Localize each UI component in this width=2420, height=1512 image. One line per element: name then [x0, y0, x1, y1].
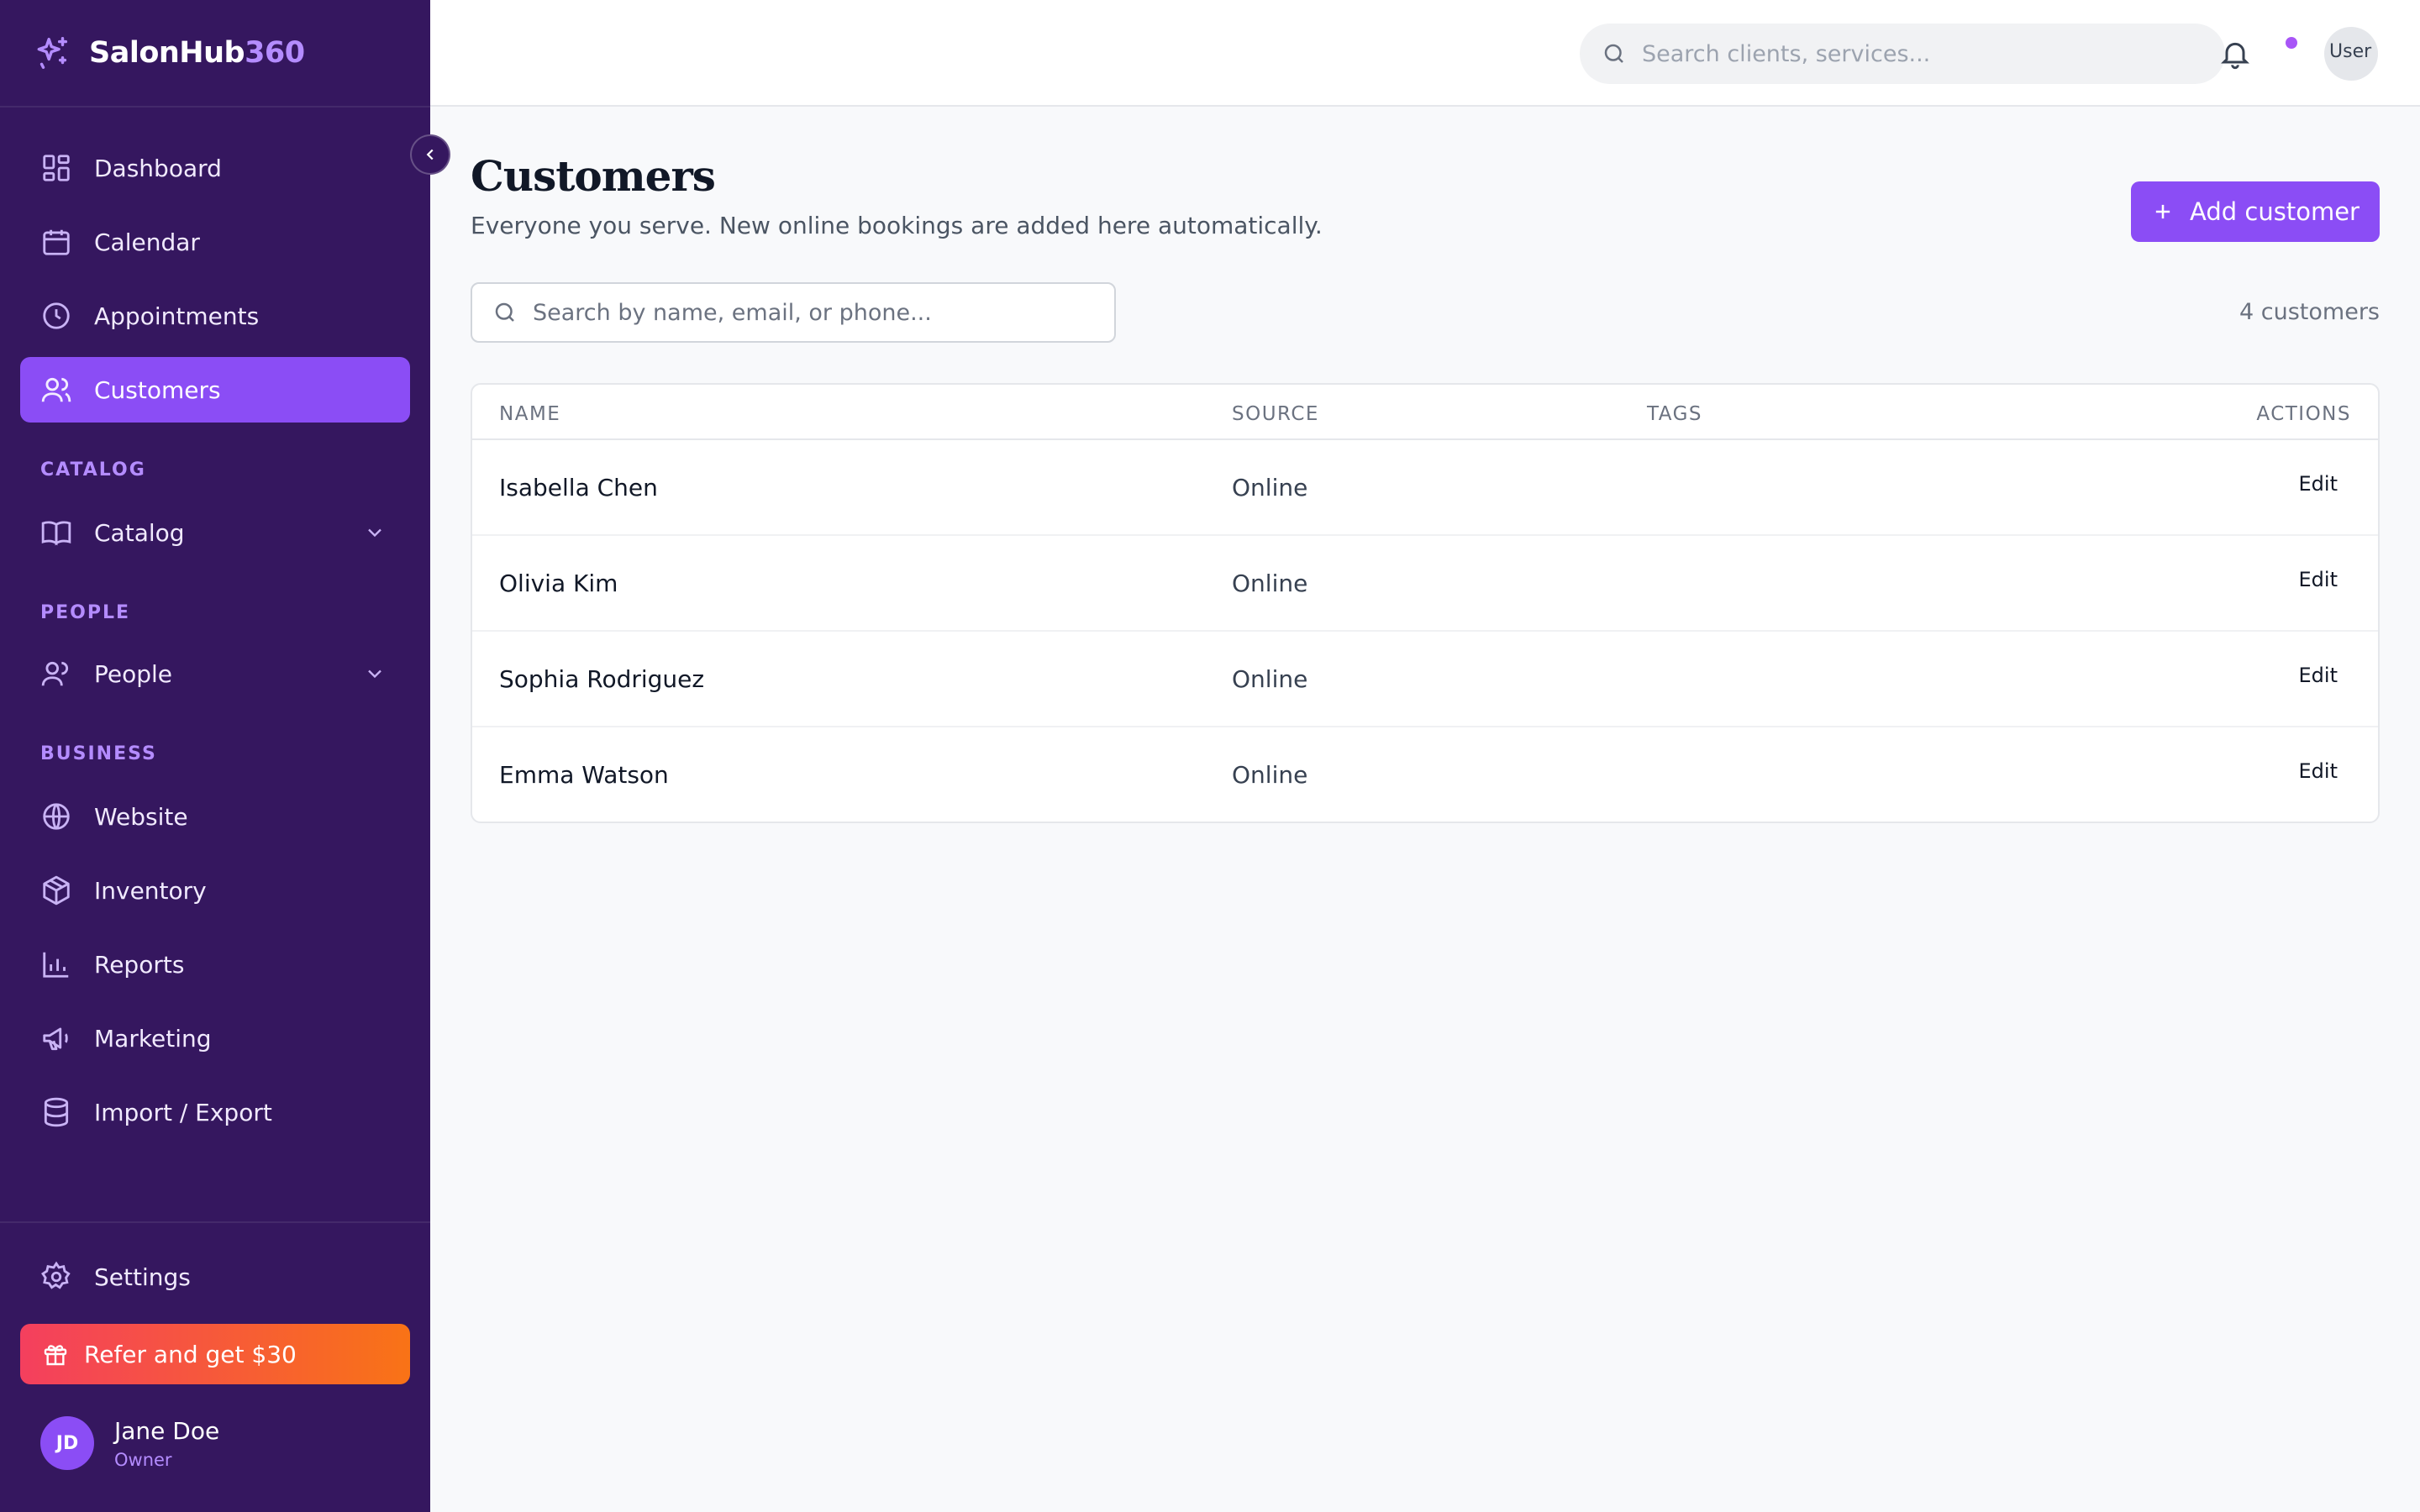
bell-icon[interactable] — [2218, 37, 2252, 71]
edit-button[interactable]: Edit — [2299, 664, 2338, 687]
sidebar-item-label: Catalog — [94, 518, 185, 547]
table-row[interactable]: Isabella Chen Online Edit — [472, 440, 2378, 536]
chevron-left-icon — [421, 145, 439, 164]
sidebar-item-inventory[interactable]: Inventory — [20, 858, 410, 923]
sidebar-divider — [0, 1221, 430, 1223]
sidebar-item-import-export[interactable]: Import / Export — [20, 1079, 410, 1145]
page-subtitle: Everyone you serve. New online bookings … — [471, 212, 1323, 239]
bar-chart-icon — [40, 948, 72, 980]
brand-name: SalonHub360 — [89, 36, 305, 70]
sidebar-item-label: Settings — [94, 1263, 191, 1291]
gear-icon — [40, 1261, 72, 1293]
sidebar-item-reports[interactable]: Reports — [20, 932, 410, 997]
customer-name: Sophia Rodriguez — [499, 665, 705, 693]
book-icon — [40, 517, 72, 549]
box-icon — [40, 874, 72, 906]
column-header-tags[interactable]: TAGS — [1647, 403, 1702, 425]
customer-search-input[interactable] — [533, 299, 1087, 326]
sidebar-item-label: Marketing — [94, 1024, 212, 1053]
edit-button[interactable]: Edit — [2299, 759, 2338, 783]
users-icon — [40, 374, 72, 406]
sidebar-item-label: Calendar — [94, 228, 200, 256]
sidebar-item-dashboard[interactable]: Dashboard — [20, 135, 410, 201]
megaphone-icon — [40, 1022, 72, 1054]
column-header-name[interactable]: NAME — [499, 403, 560, 425]
sidebar-item-appointments[interactable]: Appointments — [20, 283, 410, 349]
customer-name: Isabella Chen — [499, 474, 658, 501]
brand[interactable]: SalonHub360 — [34, 0, 305, 106]
customer-source: Online — [1232, 474, 1308, 501]
sidebar-item-calendar[interactable]: Calendar — [20, 209, 410, 275]
sidebar-divider — [0, 106, 430, 108]
sidebar-item-website[interactable]: Website — [20, 784, 410, 849]
customer-source: Online — [1232, 761, 1308, 789]
customer-name: Emma Watson — [499, 761, 669, 789]
sidebar-item-label: Customers — [94, 375, 221, 404]
search-icon — [1602, 41, 1627, 66]
topbar: User — [430, 0, 2420, 107]
sidebar-item-label: Appointments — [94, 302, 260, 330]
calendar-icon — [40, 226, 72, 258]
database-icon — [40, 1096, 72, 1128]
customer-search[interactable] — [471, 282, 1116, 343]
section-label-catalog: CATALOG — [40, 459, 146, 480]
table-header: NAME SOURCE TAGS ACTIONS — [472, 385, 2378, 440]
global-search-input[interactable] — [1642, 40, 2196, 67]
sidebar-item-label: Reports — [94, 950, 185, 979]
sidebar-item-label: Import / Export — [94, 1098, 272, 1126]
sidebar-item-label: People — [94, 659, 173, 688]
search-icon — [492, 300, 518, 325]
table-row[interactable]: Sophia Rodriguez Online Edit — [472, 632, 2378, 727]
table-row[interactable]: Emma Watson Online Edit — [472, 727, 2378, 822]
sidebar-item-label: Inventory — [94, 876, 207, 905]
user-name: Jane Doe — [114, 1416, 220, 1445]
chevron-down-icon[interactable] — [363, 521, 387, 544]
sidebar: SalonHub360 Dashboard Calendar Appointme… — [0, 0, 430, 1512]
customer-count: 4 customers — [2239, 299, 2380, 325]
column-header-actions: ACTIONS — [2256, 403, 2351, 425]
user-role: Owner — [114, 1449, 172, 1470]
edit-button[interactable]: Edit — [2299, 472, 2338, 496]
collapse-sidebar-button[interactable] — [410, 134, 450, 175]
add-customer-button[interactable]: Add customer — [2131, 181, 2380, 242]
sidebar-item-settings[interactable]: Settings — [20, 1244, 410, 1310]
globe-icon — [40, 801, 72, 832]
sidebar-item-marketing[interactable]: Marketing — [20, 1005, 410, 1071]
user-icon — [40, 658, 72, 690]
refer-label: Refer and get $30 — [84, 1340, 297, 1368]
customer-source: Online — [1232, 570, 1308, 597]
sidebar-item-label: Website — [94, 802, 188, 831]
refer-button[interactable]: Refer and get $30 — [20, 1324, 410, 1384]
add-customer-label: Add customer — [2190, 197, 2360, 226]
chevron-down-icon[interactable] — [363, 662, 387, 685]
clock-icon — [40, 300, 72, 332]
user-avatar[interactable]: User — [2324, 27, 2378, 81]
page-title: Customers — [471, 151, 716, 201]
sparkles-icon — [34, 34, 72, 72]
section-label-business: BUSINESS — [40, 743, 157, 764]
sidebar-item-customers[interactable]: Customers — [20, 357, 410, 423]
plus-icon — [2151, 200, 2175, 223]
gift-icon — [42, 1341, 69, 1368]
sidebar-item-label: Dashboard — [94, 154, 222, 182]
edit-button[interactable]: Edit — [2299, 568, 2338, 591]
avatar: JD — [40, 1416, 94, 1470]
customers-table: NAME SOURCE TAGS ACTIONS Isabella Chen O… — [471, 383, 2380, 823]
notification-dot — [2286, 37, 2297, 49]
dashboard-icon — [40, 152, 72, 184]
table-row[interactable]: Olivia Kim Online Edit — [472, 536, 2378, 632]
customer-source: Online — [1232, 665, 1308, 693]
customer-name: Olivia Kim — [499, 570, 618, 597]
sidebar-item-people[interactable]: People — [20, 641, 410, 706]
column-header-source[interactable]: SOURCE — [1232, 403, 1319, 425]
global-search[interactable] — [1580, 24, 2225, 84]
user-profile[interactable]: JD Jane Doe Owner — [40, 1416, 219, 1470]
sidebar-item-catalog[interactable]: Catalog — [20, 500, 410, 565]
section-label-people: PEOPLE — [40, 602, 131, 623]
